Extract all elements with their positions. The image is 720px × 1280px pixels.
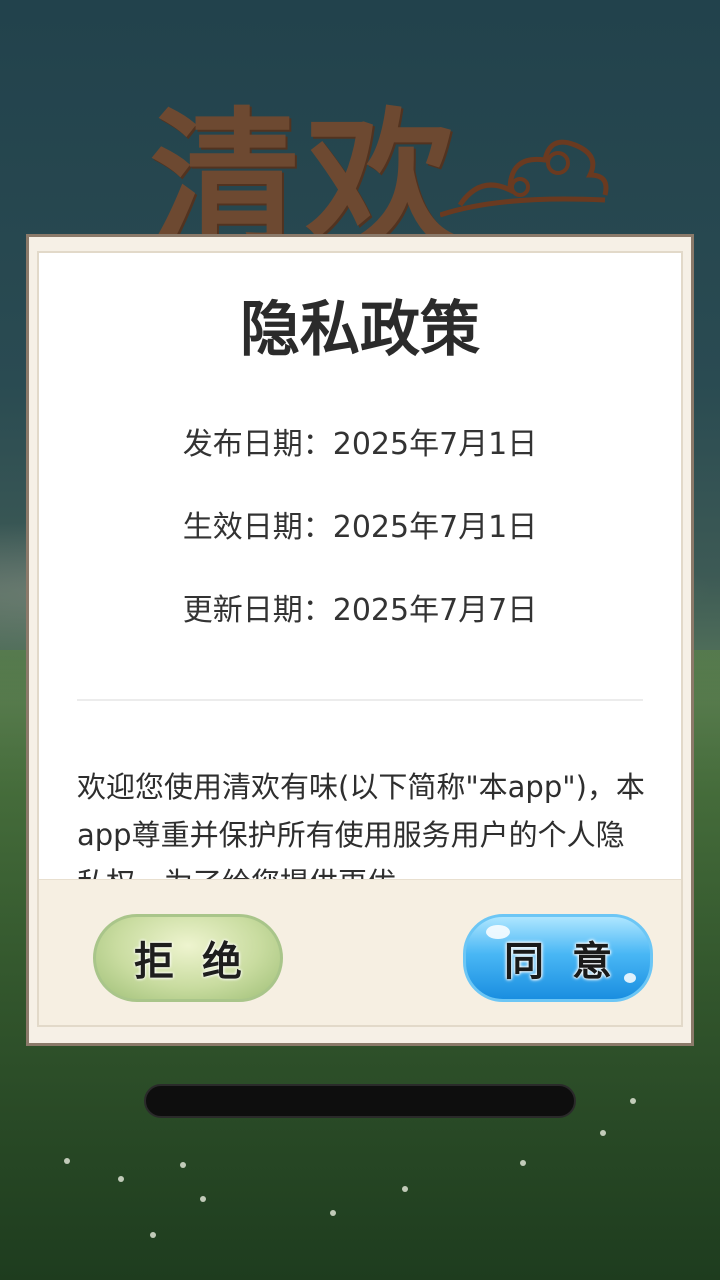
cloud-ornament-icon [440,139,609,218]
agree-button[interactable]: 同意 [463,914,653,1002]
flower [402,1186,408,1192]
flower [200,1196,206,1202]
update-date: 更新日期：2025年7月7日 [182,593,538,628]
gloss-highlight [624,973,636,983]
gloss-highlight [486,925,510,939]
loading-progress-bar [144,1084,576,1118]
flower [64,1158,70,1164]
flower [600,1130,606,1136]
dialog-content[interactable]: 隐私政策 发布日期：2025年7月1日 生效日期：2025年7月1日 更新日期：… [39,253,681,881]
flower [150,1232,156,1238]
dialog-panel: 隐私政策 发布日期：2025年7月1日 生效日期：2025年7月1日 更新日期：… [37,251,683,1027]
dialog-title: 隐私政策 [240,295,480,365]
flower [520,1160,526,1166]
policy-text: 欢迎您使用清欢有味(以下简称"本app")，本app尊重并保护所有使用服务用户的… [77,770,645,881]
privacy-policy-dialog: 隐私政策 发布日期：2025年7月1日 生效日期：2025年7月1日 更新日期：… [26,234,694,1046]
reject-button[interactable]: 拒绝 [93,914,283,1002]
reject-button-label: 拒绝 [134,938,270,985]
publish-date: 发布日期：2025年7月1日 [182,427,538,462]
flower [180,1162,186,1168]
effective-date: 生效日期：2025年7月1日 [182,510,538,545]
agree-button-label: 同意 [504,938,640,985]
divider [77,699,643,701]
flower [630,1098,636,1104]
flower [118,1176,124,1182]
flower [330,1210,336,1216]
dialog-footer: 拒绝 同意 [39,879,681,1025]
